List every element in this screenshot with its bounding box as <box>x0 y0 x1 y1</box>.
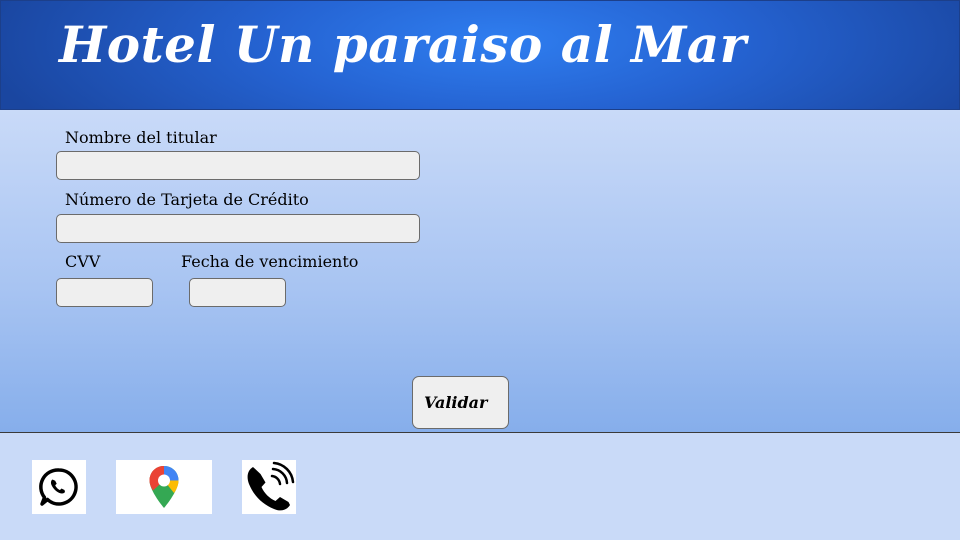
holder-name-input[interactable] <box>56 151 420 180</box>
validate-button[interactable]: Validar <box>412 376 509 429</box>
phone-icon <box>243 461 295 513</box>
header-banner: Hotel Un paraiso al Mar <box>0 0 960 110</box>
expiry-date-input[interactable] <box>189 278 286 307</box>
footer <box>0 432 960 540</box>
phone-link[interactable] <box>242 460 296 514</box>
expiry-date-label: Fecha de vencimiento <box>181 252 359 271</box>
card-number-input[interactable] <box>56 214 420 243</box>
whatsapp-icon <box>38 466 80 508</box>
google-maps-icon <box>147 464 181 510</box>
holder-name-label: Nombre del titular <box>65 128 217 147</box>
location-link[interactable] <box>116 460 212 514</box>
card-number-label: Número de Tarjeta de Crédito <box>65 190 309 209</box>
page-title: Hotel Un paraiso al Mar <box>59 15 747 74</box>
whatsapp-link[interactable] <box>32 460 86 514</box>
cvv-label: CVV <box>65 252 101 271</box>
cvv-input[interactable] <box>56 278 153 307</box>
